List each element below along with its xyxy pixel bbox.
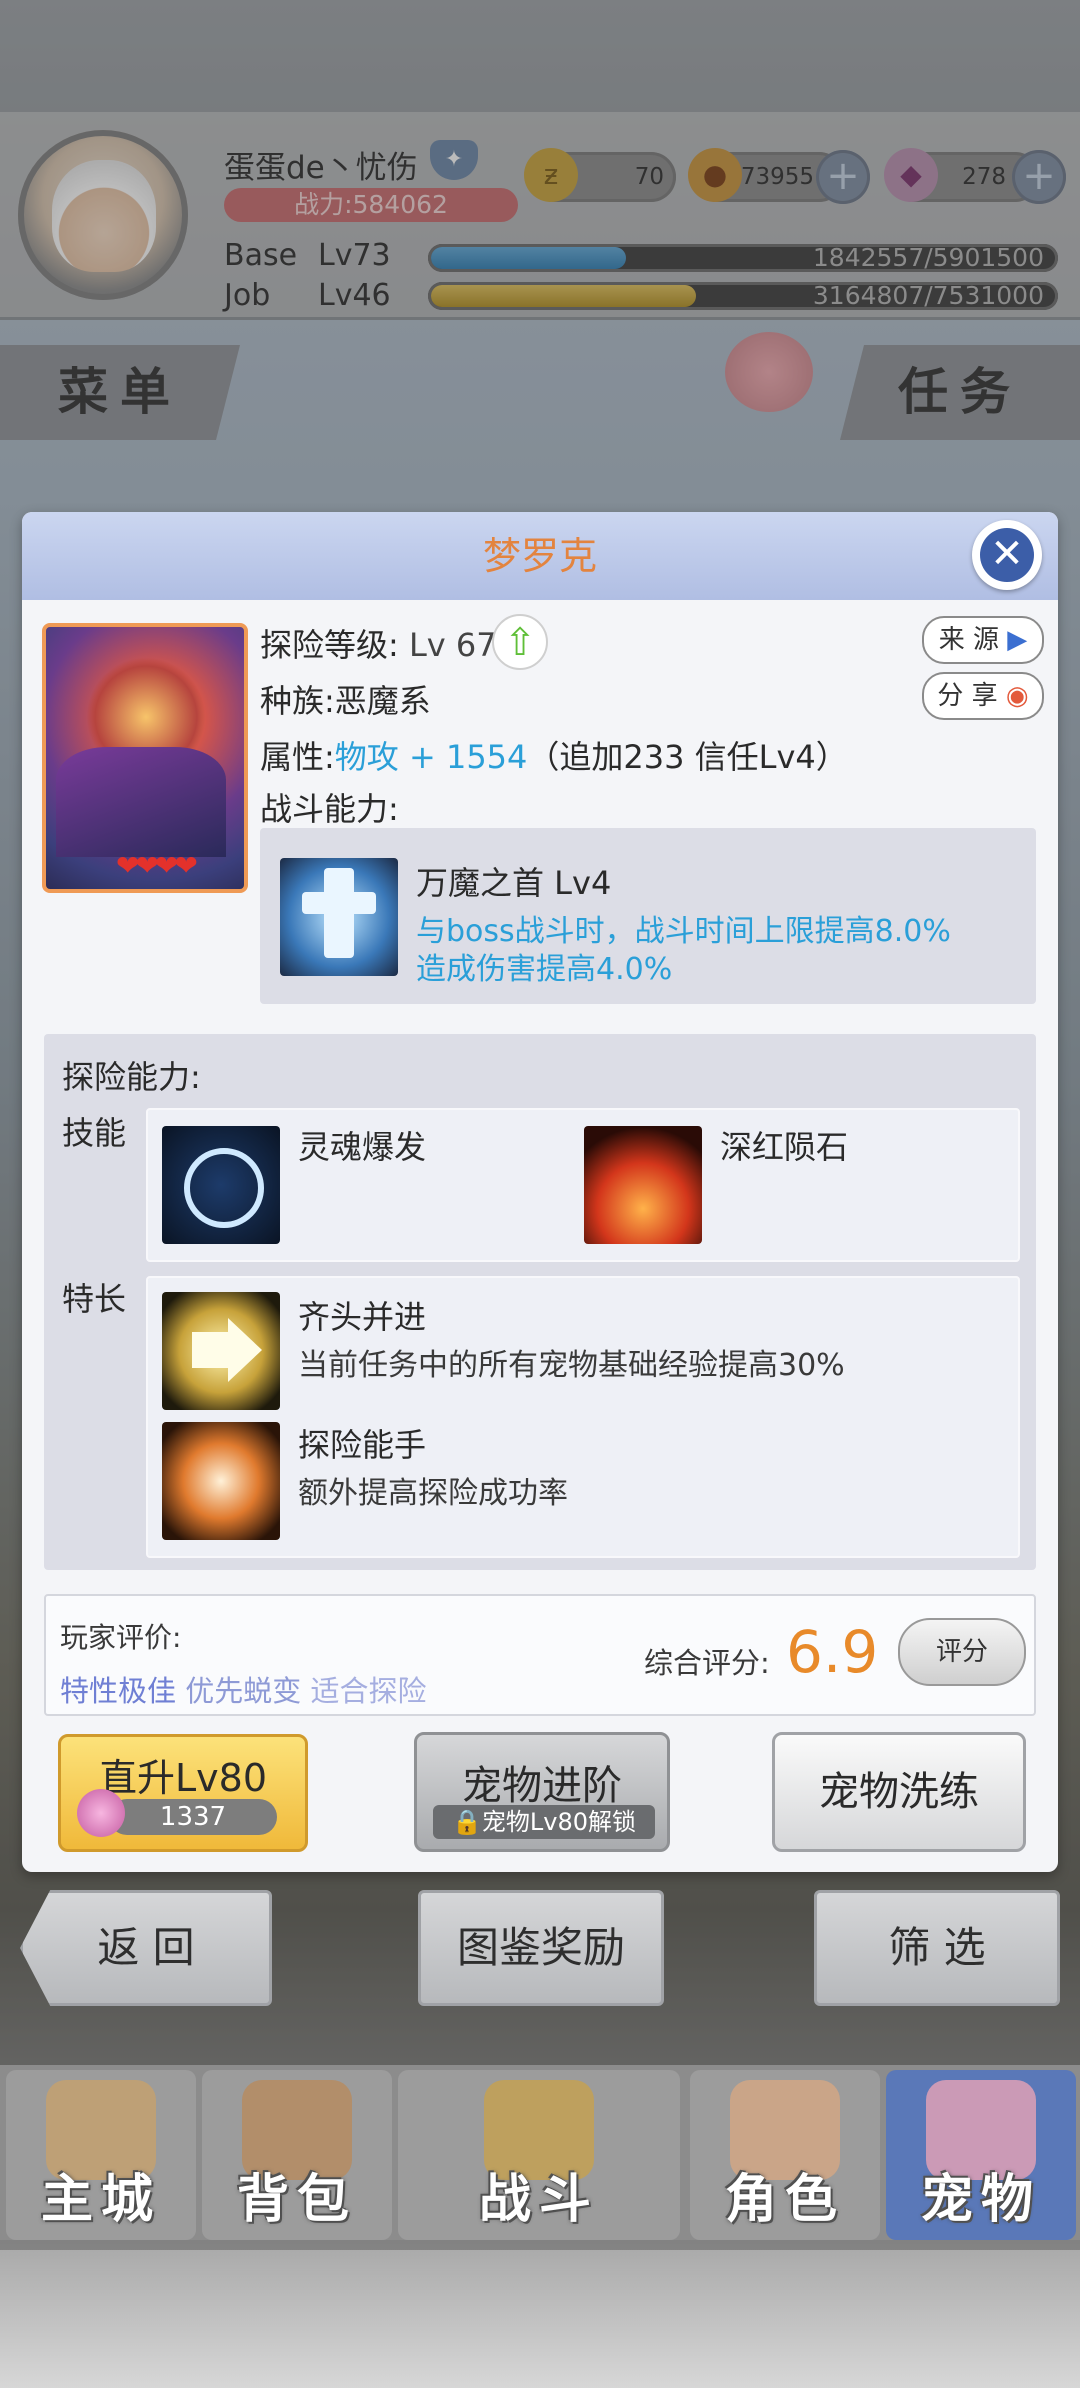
lock-icon: 🔒 <box>451 1808 482 1836</box>
rating-tag: 优先蜕变 <box>185 1674 302 1708</box>
skill-name-2: 深红陨石 <box>720 1128 849 1166</box>
nav-label: 主城 <box>40 2170 161 2230</box>
trait-desc-1: 当前任务中的所有宠物基础经验提高30% <box>298 1348 845 1383</box>
nav-character[interactable]: 角色 <box>690 2070 880 2240</box>
battle-skill-name: 万魔之首 Lv4 <box>416 864 612 902</box>
collection-reward-button[interactable]: 图鉴奖励 <box>418 1890 664 2006</box>
crystal-icon <box>77 1789 125 1837</box>
rate-button[interactable]: 评分 <box>898 1618 1026 1686</box>
close-icon: ✕ <box>980 528 1034 582</box>
skills-label: 技能 <box>62 1114 127 1152</box>
adventure-level-value: Lv 67 <box>408 626 497 664</box>
skill-name-1: 灵魂爆发 <box>298 1128 427 1166</box>
rating-tag: 特性极佳 <box>60 1674 177 1708</box>
nav-main-city[interactable]: 主城 <box>6 2070 196 2240</box>
pet-advance-label: 宠物进阶 <box>462 1763 622 1809</box>
adventure-level-label: 探险等级: <box>260 626 399 664</box>
share-icon: ◉ <box>1005 681 1029 711</box>
overall-score: 6.9 <box>786 1618 879 1686</box>
level-up-arrow-icon[interactable]: ⇧ <box>492 614 548 670</box>
attr-extra: （追加233 信任Lv4） <box>527 738 848 776</box>
modal-header: 梦罗克 ✕ <box>22 512 1058 600</box>
direct-upgrade-cost: 1337 <box>109 1799 277 1835</box>
trait-desc-2: 额外提高探险成功率 <box>298 1476 568 1511</box>
pet-advance-lock-text: 宠物Lv80解锁 <box>481 1808 636 1836</box>
battle-ability-label: 战斗能力: <box>260 790 399 828</box>
pet-advance-button[interactable]: 宠物进阶 🔒宠物Lv80解锁 <box>414 1732 670 1852</box>
share-label: 分 享 <box>937 681 998 711</box>
explore-expert-trait-icon[interactable] <box>162 1422 280 1540</box>
advance-together-trait-icon[interactable] <box>162 1292 280 1410</box>
traits-label: 特长 <box>62 1280 127 1318</box>
nav-label: 背包 <box>236 2170 357 2230</box>
crimson-meteor-skill-icon[interactable] <box>584 1126 702 1244</box>
close-button[interactable]: ✕ <box>972 520 1042 590</box>
nav-label: 战斗 <box>478 2170 599 2230</box>
explore-ability-label: 探险能力: <box>62 1058 201 1096</box>
modal-title: 梦罗克 <box>482 534 597 578</box>
direct-upgrade-button[interactable]: 直升Lv80 1337 <box>58 1734 308 1852</box>
rating-tag: 适合探险 <box>310 1674 427 1708</box>
play-arrow-icon: ▶ <box>1007 625 1028 655</box>
soul-burst-skill-icon[interactable] <box>162 1126 280 1244</box>
attr-label: 属性: <box>260 738 335 776</box>
attr-value: 物攻 + 1554 <box>334 738 528 776</box>
nav-battle[interactable]: 战斗 <box>398 2070 680 2240</box>
nav-bag[interactable]: 背包 <box>202 2070 392 2240</box>
back-button[interactable]: 返 回 <box>20 1890 272 2006</box>
battle-skill-desc-2: 造成伤害提高4.0% <box>416 952 673 987</box>
race-value: 恶魔系 <box>334 682 431 720</box>
trait-name-1: 齐头并进 <box>298 1298 427 1336</box>
nav-label: 角色 <box>724 2170 845 2230</box>
race-label: 种族: <box>260 682 335 720</box>
overall-score-label: 综合评分: <box>644 1646 770 1680</box>
nav-pet[interactable]: 宠物 <box>886 2070 1076 2240</box>
source-label: 来 源 <box>938 625 999 655</box>
demon-lord-skill-icon[interactable] <box>280 858 398 976</box>
source-button[interactable]: 来 源 ▶ <box>922 616 1044 664</box>
pet-refine-button[interactable]: 宠物洗练 <box>772 1732 1026 1852</box>
filter-button[interactable]: 筛 选 <box>814 1890 1060 2006</box>
trait-name-2: 探险能手 <box>298 1426 427 1464</box>
heart-rating-icon: ❤❤❤❤ <box>116 849 198 882</box>
pet-portrait: ❤❤❤❤ <box>42 623 248 893</box>
player-rating-label: 玩家评价: <box>60 1621 182 1654</box>
share-button[interactable]: 分 享 ◉ <box>922 672 1044 720</box>
nav-label: 宠物 <box>920 2170 1041 2230</box>
